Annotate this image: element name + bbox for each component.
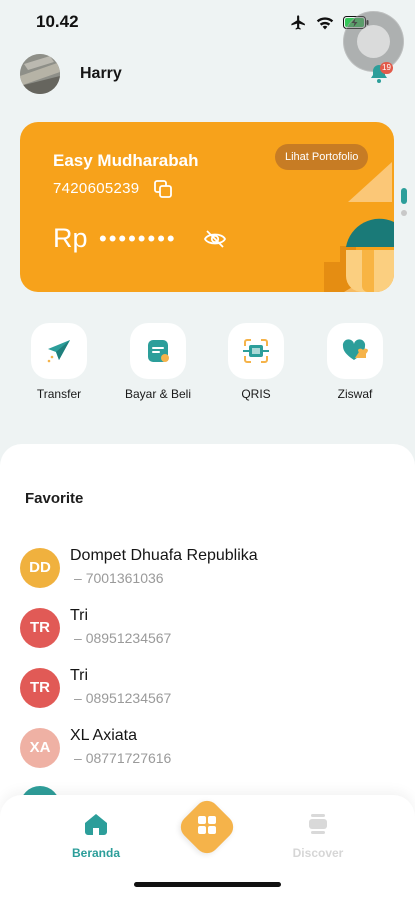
copy-icon[interactable] [154,180,172,198]
eye-off-icon[interactable] [204,229,226,249]
card-pager [401,188,407,216]
action-qris[interactable]: QRIS [211,323,301,401]
account-title: Easy Mudharabah [53,151,199,170]
account-number: 7420605239 [53,180,140,197]
paper-plane-icon [47,340,70,363]
account-card[interactable]: Easy Mudharabah 7420605239 Lihat Portofo… [20,122,394,292]
notification-badge: 19 [380,62,393,74]
airplane-icon [291,15,305,30]
favorite-contact[interactable]: XA XL Axiata 08771727616 [20,727,400,772]
card-decoration [324,162,394,292]
nav-home[interactable]: Beranda [51,813,141,860]
contact-number: 7001361036 [74,570,164,586]
home-icon [85,814,107,835]
status-time: 10.42 [36,12,79,31]
contact-avatar: DD [20,548,60,588]
bayar-beli-tile[interactable] [130,323,186,379]
heart-hand-icon [342,339,368,360]
contact-name: Tri [70,667,89,684]
action-label: Transfer [36,387,82,401]
contact-name: Dompet Dhuafa Republika [70,547,258,564]
bill-icon [148,340,169,362]
contact-number: 08771727616 [74,750,172,766]
favorite-contact[interactable]: DD Dompet Dhuafa Republika 7001361036 [20,547,400,592]
avatar-photo [20,54,60,94]
nav-discover[interactable]: Discover [273,813,363,860]
favorites-title: Favorite [25,490,84,507]
avatar[interactable] [20,54,60,94]
ziswaf-tile[interactable] [327,323,383,379]
balance-currency: Rp [53,223,88,253]
favorite-contact[interactable]: TR Tri 08951234567 [20,607,400,652]
action-bayar-beli[interactable]: Bayar & Beli [113,323,203,401]
discover-icon [309,814,327,834]
contact-number: 08951234567 [74,690,172,706]
grid-menu-icon [198,816,216,834]
balance-masked: •••••••• [99,226,177,251]
contact-number: 08951234567 [74,630,172,646]
action-label: QRIS [241,387,271,401]
contact-name: XL Axiata [70,727,138,744]
transfer-tile[interactable] [31,323,87,379]
nav-discover-label: Discover [292,846,344,860]
contact-name: Tri [70,607,89,624]
favorite-contact[interactable]: TR Tri 08951234567 [20,667,400,712]
qris-tile[interactable] [228,323,284,379]
qr-scan-icon [243,339,269,363]
quick-actions: Transfer Bayar & Beli QRIS Ziswaf [0,323,415,403]
nav-home-label: Beranda [71,846,121,860]
wifi-icon [316,16,334,29]
action-label: Ziswaf [337,387,373,401]
contact-avatar: XA [20,728,60,768]
home-indicator [134,882,281,887]
action-ziswaf[interactable]: Ziswaf [310,323,400,401]
contact-avatar: TR [20,668,60,708]
contact-avatar: TR [20,608,60,648]
user-name: Harry [80,65,122,82]
action-transfer[interactable]: Transfer [14,323,104,401]
action-label: Bayar & Beli [124,387,192,401]
